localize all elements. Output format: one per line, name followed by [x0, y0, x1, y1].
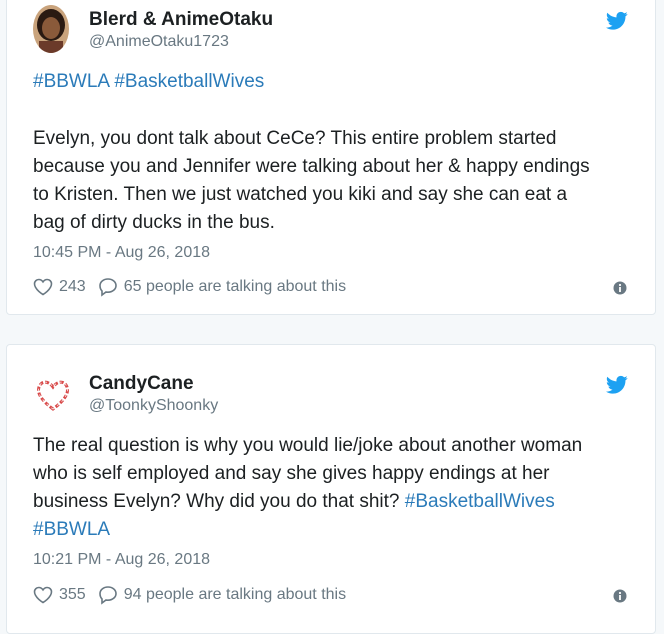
info-icon[interactable] [613, 589, 627, 603]
hashtag-link[interactable]: #BasketballWives [405, 491, 555, 512]
avatar[interactable] [33, 5, 69, 53]
tweet-text-fragment: business Evelyn? Why did you do that shi… [33, 491, 405, 512]
tweet-text: The real question is why you would lie/j… [33, 432, 633, 544]
avatar[interactable] [33, 375, 73, 415]
tweet-actions: 355 94 people are talking about this [33, 583, 346, 607]
heart-icon[interactable] [33, 586, 53, 604]
twitter-bird-icon[interactable] [606, 11, 628, 31]
tweet-card: CandyCane @ToonkyShoonky The real questi… [6, 344, 656, 634]
hashtag-link[interactable]: #BasketballWives [114, 71, 264, 92]
tweet-card: Blerd & AnimeOtaku @AnimeOtaku1723 #BBWL… [6, 0, 656, 315]
tweet-text-line: The real question is why you would lie/j… [33, 435, 583, 456]
tweet-text: Evelyn, you dont talk about CeCe? This e… [33, 125, 633, 237]
tweet-text-line: Evelyn, you dont talk about CeCe? This e… [33, 128, 557, 149]
speech-bubble-icon[interactable] [98, 277, 118, 297]
talking-count[interactable]: 94 people are talking about this [124, 586, 346, 604]
tweet-text-line: because you and Jennifer were talking ab… [33, 156, 590, 177]
tweet-text-line: who is self employed and say she gives h… [33, 463, 550, 484]
like-count: 243 [59, 278, 86, 295]
tweet-actions: 243 65 people are talking about this [33, 275, 346, 299]
like-count: 355 [59, 586, 86, 603]
heart-icon[interactable] [33, 278, 53, 296]
user-name[interactable]: Blerd & AnimeOtaku [89, 9, 273, 31]
tweet-text-line: business Evelyn? Why did you do that shi… [33, 488, 633, 516]
tweet-timestamp[interactable]: 10:21 PM - Aug 26, 2018 [33, 551, 210, 569]
tweet-timestamp[interactable]: 10:45 PM - Aug 26, 2018 [33, 244, 210, 262]
hashtag-link[interactable]: #BBWLA [33, 516, 633, 544]
hashtag-line: #BBWLA #BasketballWives [33, 68, 264, 96]
tweet-text-line: bag of dirty ducks in the bus. [33, 212, 275, 233]
user-handle[interactable]: @ToonkyShoonky [89, 397, 218, 415]
tweet-text-line: to Kristen. Then we just watched you kik… [33, 184, 568, 205]
twitter-bird-icon[interactable] [606, 375, 628, 395]
info-icon[interactable] [613, 281, 627, 295]
user-handle[interactable]: @AnimeOtaku1723 [89, 33, 229, 51]
user-name[interactable]: CandyCane [89, 373, 194, 395]
hashtag-link[interactable]: #BBWLA [33, 71, 109, 92]
speech-bubble-icon[interactable] [98, 585, 118, 605]
talking-count[interactable]: 65 people are talking about this [124, 278, 346, 296]
